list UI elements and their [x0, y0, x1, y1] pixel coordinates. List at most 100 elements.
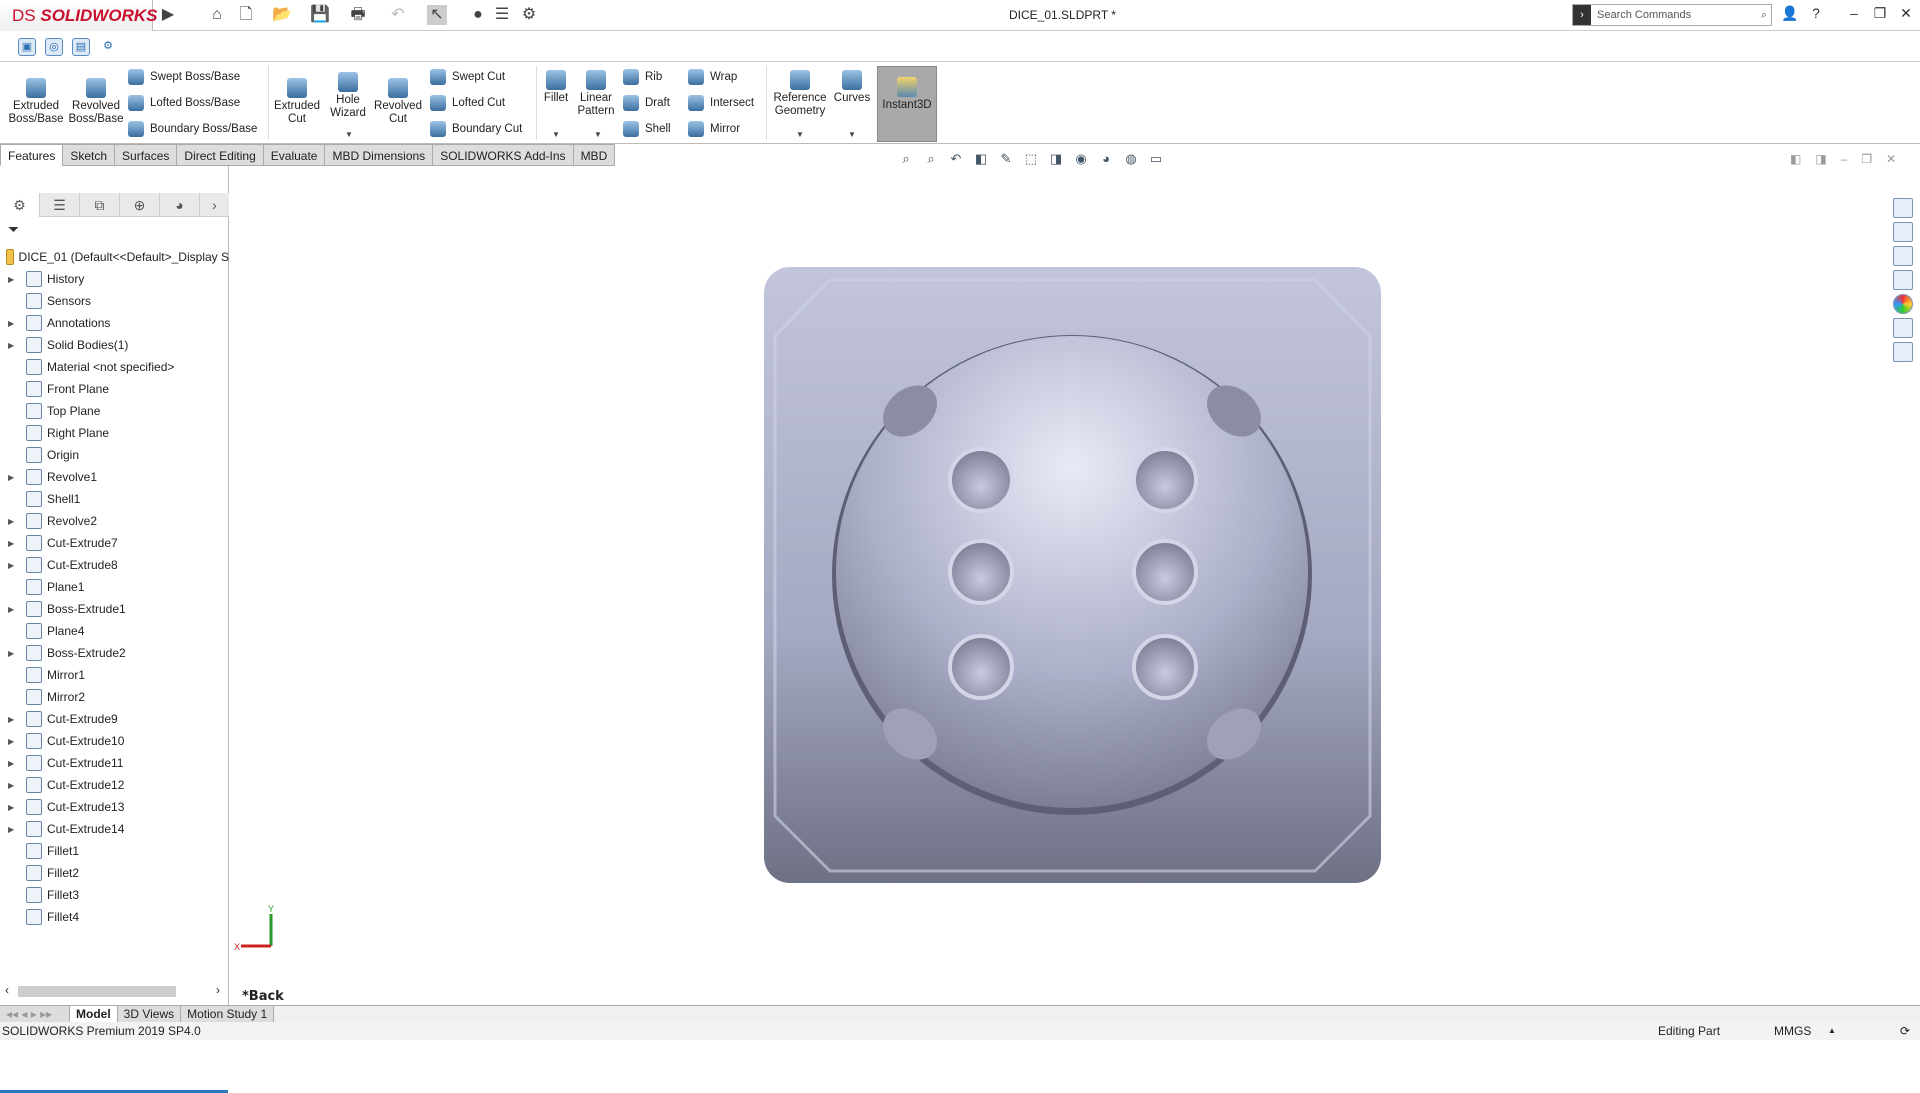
filter-icon[interactable]: ⏷: [8, 221, 19, 238]
tree-item[interactable]: Plane1: [0, 576, 229, 598]
tree-item[interactable]: Top Plane: [0, 400, 229, 422]
units-selector[interactable]: MMGS: [1774, 1022, 1811, 1040]
more-tabs-chevron-icon[interactable]: ›: [200, 193, 229, 217]
boundary-boss-button[interactable]: Boundary Boss/Base: [128, 119, 257, 139]
curves-button[interactable]: Curves: [832, 70, 872, 105]
expand-arrow-icon[interactable]: ▶: [0, 759, 14, 768]
extruded-cut-button[interactable]: Extruded Cut: [270, 78, 324, 126]
tree-item[interactable]: Fillet4: [0, 906, 229, 928]
tab-3d-views[interactable]: 3D Views: [117, 1006, 182, 1023]
tab-features[interactable]: Features: [0, 144, 64, 166]
tree-item[interactable]: Fillet3: [0, 884, 229, 906]
custom-properties-icon[interactable]: [1893, 318, 1913, 338]
expand-arrow-icon[interactable]: ▶: [0, 737, 14, 746]
configuration-manager-tab-icon[interactable]: ⧉: [80, 192, 120, 217]
tree-item[interactable]: ▶ Revolve1: [0, 466, 229, 488]
shell-button[interactable]: Shell: [623, 119, 671, 139]
search-icon[interactable]: ⌕: [1761, 9, 1771, 22]
tree-item[interactable]: Mirror2: [0, 686, 229, 708]
tree-item[interactable]: ▶ Boss-Extrude1: [0, 598, 229, 620]
expand-arrow-icon[interactable]: ▶: [0, 517, 14, 526]
hole-wizard-dropdown-icon[interactable]: ▼: [345, 130, 353, 139]
expand-arrow-icon[interactable]: ▶: [0, 539, 14, 548]
display-manager-tab-icon[interactable]: ◕: [160, 192, 200, 217]
extruded-boss-button[interactable]: Extruded Boss/Base: [6, 78, 66, 126]
feature-manager-tab-icon[interactable]: ⚙: [0, 192, 40, 217]
tree-item[interactable]: ▶ Cut-Extrude9: [0, 708, 229, 730]
tree-item[interactable]: ▶ Revolve2: [0, 510, 229, 532]
reference-dropdown-icon[interactable]: ▼: [796, 130, 804, 139]
tree-item[interactable]: ▶ Cut-Extrude11: [0, 752, 229, 774]
expand-arrow-icon[interactable]: ▶: [0, 275, 14, 284]
tree-item[interactable]: Mirror1: [0, 664, 229, 686]
instant3d-button[interactable]: Instant3D: [877, 66, 937, 142]
tab-navigation-arrows[interactable]: ◂◂ ◂ ▸ ▸▸: [0, 1006, 70, 1023]
intersect-button[interactable]: Intersect: [688, 93, 754, 113]
tab-direct-editing[interactable]: Direct Editing: [176, 144, 264, 166]
expand-arrow-icon[interactable]: ▶: [0, 825, 14, 834]
tree-item[interactable]: Fillet1: [0, 840, 229, 862]
dice-model[interactable]: Y X: [230, 166, 1920, 1005]
curves-dropdown-icon[interactable]: ▼: [848, 130, 856, 139]
rebuild-status-icon[interactable]: ⟳: [1900, 1022, 1910, 1040]
tree-item[interactable]: Right Plane: [0, 422, 229, 444]
tab-mbd[interactable]: MBD: [572, 144, 616, 166]
fillet-dropdown-icon[interactable]: ▼: [552, 130, 560, 139]
tab-sketch[interactable]: Sketch: [62, 144, 116, 166]
tile-right-icon[interactable]: ◨: [1815, 152, 1826, 166]
graphics-area[interactable]: Y X: [230, 166, 1920, 1005]
expand-arrow-icon[interactable]: ▶: [0, 781, 14, 790]
expand-arrow-icon[interactable]: ▶: [0, 649, 14, 658]
tree-item[interactable]: Sensors: [0, 290, 229, 312]
tree-item[interactable]: ▶ Cut-Extrude8: [0, 554, 229, 576]
tile-left-icon[interactable]: ◧: [1790, 152, 1801, 166]
boundary-cut-button[interactable]: Boundary Cut: [430, 119, 522, 139]
tab-evaluate[interactable]: Evaluate: [262, 144, 326, 166]
revolved-cut-button[interactable]: Revolved Cut: [372, 78, 424, 126]
rib-button[interactable]: Rib: [623, 67, 662, 87]
tree-item[interactable]: ▶ Cut-Extrude10: [0, 730, 229, 752]
lofted-boss-button[interactable]: Lofted Boss/Base: [128, 93, 240, 113]
wrap-button[interactable]: Wrap: [688, 67, 737, 87]
dimxpert-tab-icon[interactable]: ⊕: [120, 192, 160, 217]
lofted-cut-button[interactable]: Lofted Cut: [430, 93, 505, 113]
scroll-right-icon[interactable]: ›: [216, 983, 220, 997]
expand-arrow-icon[interactable]: ▶: [0, 473, 14, 482]
config-icon[interactable]: ◎: [45, 38, 63, 56]
tab-surfaces[interactable]: Surfaces: [114, 144, 178, 166]
view-palette-icon[interactable]: [1893, 270, 1913, 290]
file-explorer-icon[interactable]: [1893, 246, 1913, 266]
revolved-boss-button[interactable]: Revolved Boss/Base: [66, 78, 126, 126]
viewport-close-icon[interactable]: ✕: [1886, 152, 1896, 166]
tree-item[interactable]: Plane4: [0, 620, 229, 642]
swept-boss-button[interactable]: Swept Boss/Base: [128, 67, 240, 87]
tree-item[interactable]: Material <not specified>: [0, 356, 229, 378]
user-icon[interactable]: 👤: [1779, 5, 1801, 25]
tab-solidworks-add-ins[interactable]: SOLIDWORKS Add-Ins: [432, 144, 574, 166]
tree-item[interactable]: ▶ Boss-Extrude2: [0, 642, 229, 664]
display-icon[interactable]: ▤: [72, 38, 90, 56]
settings-gear-icon[interactable]: ⚙: [99, 38, 117, 56]
linear-pattern-button[interactable]: Linear Pattern: [574, 70, 618, 118]
expand-arrow-icon[interactable]: ▶: [0, 341, 14, 350]
tree-item[interactable]: Fillet2: [0, 862, 229, 884]
tree-item[interactable]: Origin: [0, 444, 229, 466]
expand-arrow-icon[interactable]: ▶: [0, 715, 14, 724]
expand-arrow-icon[interactable]: ▶: [0, 605, 14, 614]
tree-item[interactable]: ▶ Annotations: [0, 312, 229, 334]
tree-item[interactable]: ▶ Cut-Extrude7: [0, 532, 229, 554]
viewport-minimize-icon[interactable]: –: [1841, 152, 1848, 166]
design-library-icon[interactable]: [1893, 222, 1913, 242]
scrollbar-thumb[interactable]: [18, 986, 176, 997]
appearances-icon[interactable]: [1893, 294, 1913, 314]
solidworks-resources-icon[interactable]: [1893, 198, 1913, 218]
feature-tab-icon[interactable]: ▣: [18, 38, 36, 56]
restore-icon[interactable]: ❐: [1869, 5, 1891, 25]
tab-mbd-dimensions[interactable]: MBD Dimensions: [324, 144, 434, 166]
close-icon[interactable]: ✕: [1895, 5, 1917, 25]
tab-motion-study-1[interactable]: Motion Study 1: [181, 1006, 275, 1023]
expand-arrow-icon[interactable]: ▶: [0, 319, 14, 328]
tree-item[interactable]: Front Plane: [0, 378, 229, 400]
help-icon[interactable]: ?: [1805, 5, 1827, 25]
viewport-restore-icon[interactable]: ❐: [1861, 152, 1872, 166]
